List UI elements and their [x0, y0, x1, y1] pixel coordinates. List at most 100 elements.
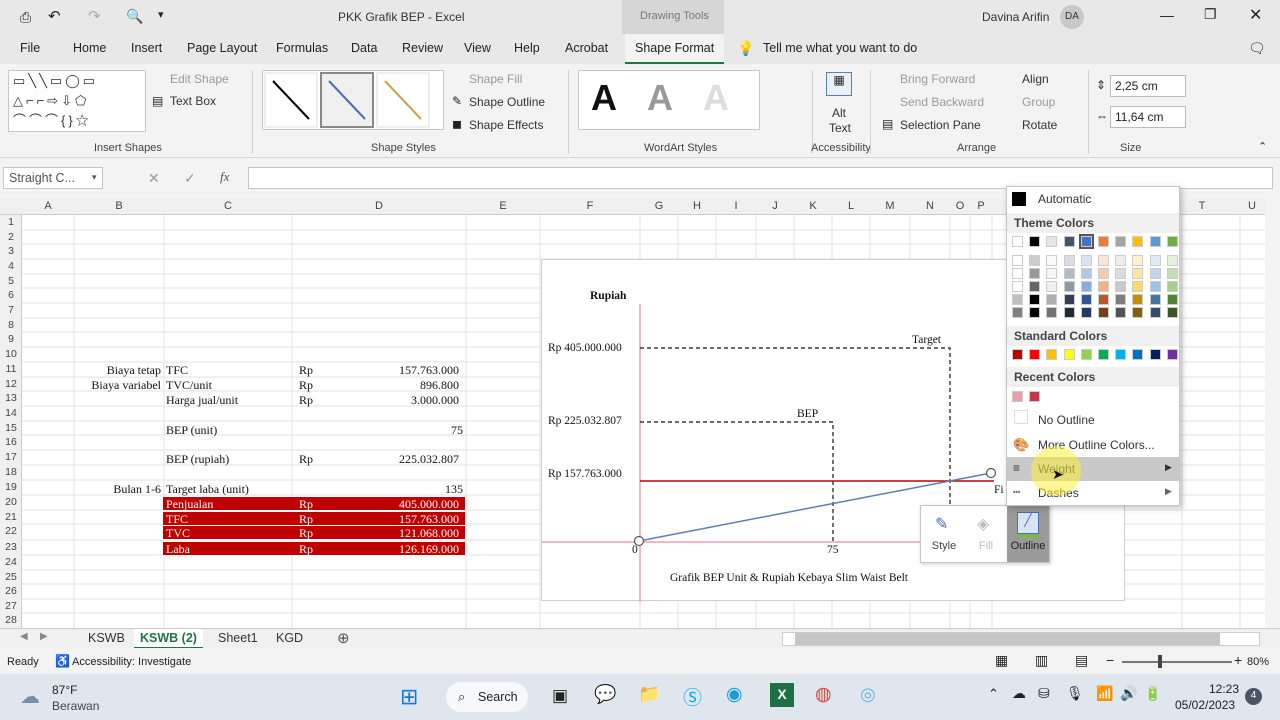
cell-rp22[interactable]: Rp — [299, 526, 313, 541]
zoom-level[interactable]: 80% — [1247, 656, 1269, 668]
send-backward-button[interactable]: Send Backward — [900, 95, 984, 109]
sheet-next-icon[interactable]: ▶ — [40, 631, 48, 642]
theme-color-swatch[interactable] — [1012, 268, 1023, 279]
shapes-gallery[interactable]: ▭╲╲▭◯▭ △⌐⌐⇨⇩⬠ ⌒⌒⌒{}☆ — [8, 70, 146, 132]
accessibility-status[interactable]: Accessibility: Investigate — [72, 656, 191, 668]
cell-c23[interactable]: Laba — [166, 542, 190, 557]
tab-view[interactable]: View — [464, 41, 491, 55]
taskbar-search[interactable]: ⌕ Search — [446, 682, 528, 712]
theme-color-swatch[interactable] — [1063, 255, 1075, 266]
theme-color-swatch[interactable] — [1115, 268, 1127, 279]
name-box[interactable]: Straight C... — [3, 167, 103, 189]
theme-color-swatch[interactable] — [1029, 281, 1041, 292]
cell-c21[interactable]: TFC — [166, 512, 188, 527]
zoom-out-icon[interactable]: − — [1106, 652, 1114, 668]
row-header[interactable]: 10 — [0, 348, 22, 360]
theme-color-swatch[interactable] — [1046, 307, 1058, 318]
close-icon[interactable]: ✕ — [1249, 5, 1262, 25]
notification-badge[interactable]: 4 — [1245, 688, 1262, 705]
theme-color-swatch[interactable] — [1132, 307, 1144, 318]
comments-icon[interactable]: 🗨 — [1248, 40, 1266, 57]
theme-color-swatch[interactable] — [1098, 294, 1109, 305]
cell-c13[interactable]: Harga jual/unit — [166, 393, 238, 408]
row-header[interactable]: 13 — [0, 392, 22, 404]
excel-icon[interactable]: X — [770, 683, 794, 707]
sheet-tab-kswb-2[interactable]: KSWB (2) — [134, 629, 203, 649]
row-header[interactable]: 16 — [0, 436, 22, 448]
col-f[interactable]: F — [540, 200, 640, 212]
cell-d11[interactable]: 157.763.000 — [399, 363, 459, 378]
theme-color-swatch[interactable] — [1063, 294, 1075, 305]
row-header[interactable]: 1 — [0, 216, 22, 228]
theme-color-swatch[interactable] — [1012, 294, 1023, 305]
standard-color-row[interactable] — [1012, 349, 1182, 363]
standard-color-swatch[interactable] — [1029, 349, 1041, 360]
theme-color-swatch[interactable] — [1046, 255, 1058, 266]
alt-text-icon[interactable]: ▦ — [826, 72, 852, 96]
row-header[interactable]: 20 — [0, 496, 22, 508]
theme-color-swatch[interactable] — [1046, 236, 1058, 247]
cell-c19[interactable]: Target laba (unit) — [166, 482, 249, 497]
cell-c17[interactable]: BEP (rupiah) — [166, 452, 229, 467]
col-b[interactable]: B — [74, 200, 164, 212]
wordart-style-gray[interactable]: A — [647, 77, 673, 119]
cell-b19[interactable]: Bulan 1-6 — [113, 482, 161, 497]
row-header[interactable]: 8 — [0, 319, 22, 331]
standard-color-swatch[interactable] — [1132, 349, 1144, 360]
tray-chevron-icon[interactable]: ⌃ — [988, 686, 999, 702]
tab-page-layout[interactable]: Page Layout — [187, 41, 257, 55]
cell-rp17[interactable]: Rp — [299, 452, 313, 467]
theme-color-swatch[interactable] — [1115, 281, 1127, 292]
theme-color-swatch[interactable] — [1166, 255, 1178, 266]
cell-rp13[interactable]: Rp — [299, 393, 313, 408]
automatic-option[interactable]: Automatic — [1038, 192, 1091, 206]
cell-rp23[interactable]: Rp — [299, 542, 313, 557]
col-c[interactable]: C — [164, 200, 292, 212]
text-box-button[interactable]: Text Box — [170, 94, 216, 108]
theme-color-swatch[interactable] — [1012, 255, 1023, 266]
alt-text-line1[interactable]: Alt — [832, 106, 846, 120]
tab-formulas[interactable]: Formulas — [276, 41, 328, 55]
theme-color-swatch[interactable] — [1149, 268, 1161, 279]
col-g[interactable]: G — [640, 200, 678, 212]
redo-icon[interactable]: ↷ — [88, 7, 101, 25]
col-o[interactable]: O — [950, 200, 970, 212]
selection-pane-button[interactable]: Selection Pane — [900, 118, 981, 132]
mini-style-button[interactable]: ✎ Style — [923, 506, 965, 562]
cell-rp21[interactable]: Rp — [299, 512, 313, 527]
theme-color-swatch[interactable] — [1132, 281, 1144, 292]
edge-icon[interactable]: ◉ — [726, 683, 743, 706]
theme-color-swatch[interactable] — [1115, 307, 1127, 318]
group-button[interactable]: Group — [1022, 95, 1055, 109]
avatar[interactable]: DA — [1060, 5, 1084, 29]
standard-color-swatch[interactable] — [1115, 349, 1127, 360]
align-button[interactable]: Align — [1022, 72, 1049, 86]
alt-text-line2[interactable]: Text — [829, 121, 851, 135]
theme-color-swatch[interactable] — [1046, 294, 1058, 305]
theme-color-swatch[interactable] — [1098, 281, 1109, 292]
theme-color-swatch[interactable] — [1149, 294, 1161, 305]
theme-color-swatch[interactable] — [1078, 234, 1094, 249]
tab-file[interactable]: File — [20, 41, 40, 55]
row-header[interactable]: 12 — [0, 378, 22, 390]
standard-color-swatch[interactable] — [1080, 349, 1092, 360]
minimize-icon[interactable]: — — [1160, 7, 1174, 23]
row-header[interactable]: 4 — [0, 260, 22, 272]
theme-color-swatch[interactable] — [1080, 281, 1092, 292]
theme-color-swatch[interactable] — [1149, 236, 1161, 247]
scrollbar-thumb[interactable] — [795, 633, 1220, 645]
cell-d15[interactable]: 75 — [451, 423, 463, 438]
row-header[interactable]: 11 — [0, 363, 22, 375]
app-icon[interactable]: ◎ — [860, 684, 876, 705]
cell-rp20[interactable]: Rp — [299, 497, 313, 512]
theme-color-swatch[interactable] — [1098, 268, 1109, 279]
cell-c15[interactable]: BEP (unit) — [166, 423, 217, 438]
sheet-tab-kswb[interactable]: KSWB — [88, 631, 125, 645]
battery-icon[interactable]: 🔋 — [1144, 685, 1161, 702]
tab-data[interactable]: Data — [351, 41, 377, 55]
page-layout-view-icon[interactable]: ▥ — [1035, 652, 1048, 669]
cell-rp12[interactable]: Rp — [299, 378, 313, 393]
col-j[interactable]: J — [756, 200, 794, 212]
theme-color-swatch[interactable] — [1029, 268, 1041, 279]
skype-icon[interactable]: Ⓢ — [683, 683, 702, 710]
